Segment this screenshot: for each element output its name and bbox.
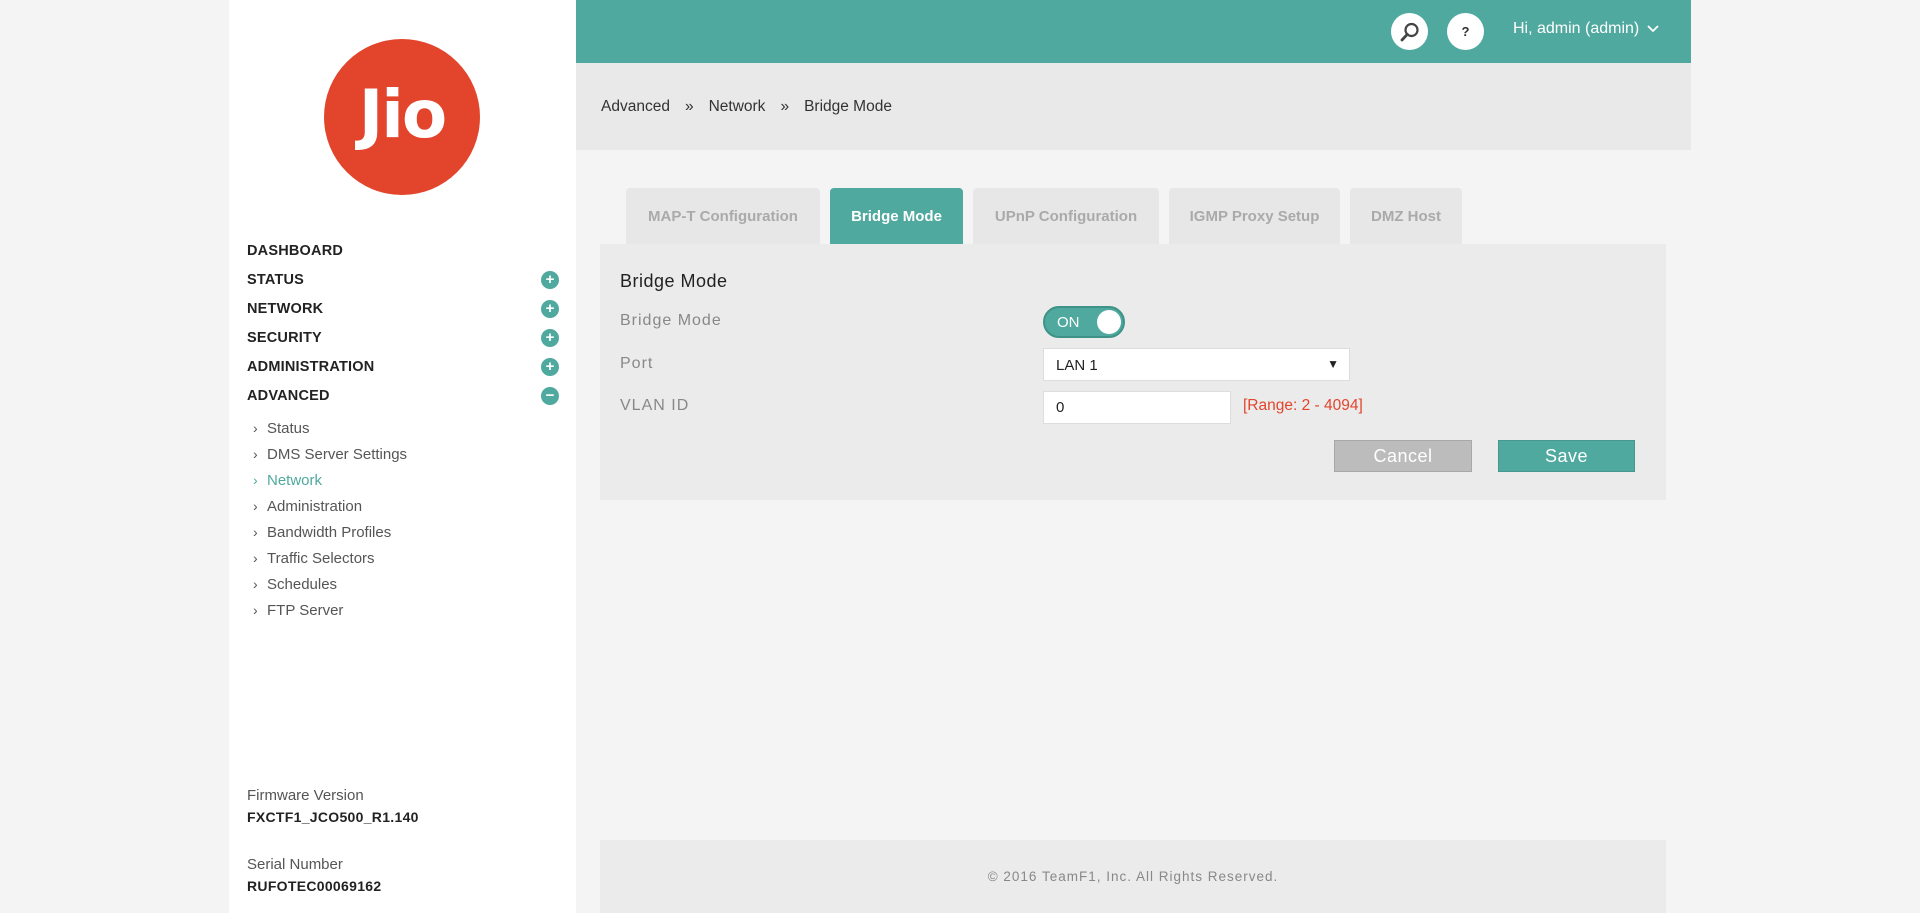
- subnav-label: Traffic Selectors: [267, 549, 375, 567]
- sidebar: Jio DASHBOARD STATUS + NETWORK + SECURITY +…: [229, 0, 576, 913]
- subnav-item-traffic-selectors[interactable]: › Traffic Selectors: [253, 545, 407, 571]
- tab-upnp-configuration[interactable]: UPnP Configuration: [973, 188, 1159, 244]
- nav-item-security[interactable]: SECURITY +: [247, 323, 559, 352]
- help-icon: ?: [1461, 24, 1470, 39]
- chevron-right-icon: ›: [253, 524, 258, 540]
- chevron-right-icon: ›: [253, 576, 258, 592]
- nav-label: ADVANCED: [247, 387, 330, 404]
- nav-label: ADMINISTRATION: [247, 358, 375, 375]
- vlan-id-input[interactable]: [1043, 391, 1231, 424]
- nav-item-status[interactable]: STATUS +: [247, 265, 559, 294]
- tab-igmp-proxy-setup[interactable]: IGMP Proxy Setup: [1169, 188, 1340, 244]
- tab-bridge-mode[interactable]: Bridge Mode: [830, 188, 963, 244]
- firmware-value: FXCTF1_JCO500_R1.140: [247, 809, 419, 825]
- subnav-item-ftp-server[interactable]: › FTP Server: [253, 597, 407, 623]
- help-button[interactable]: ?: [1447, 13, 1484, 50]
- serial-info: Serial Number RUFOTEC00069162: [247, 856, 381, 894]
- breadcrumb-item[interactable]: Advanced: [601, 98, 670, 116]
- toggle-knob: [1097, 310, 1121, 334]
- port-select[interactable]: LAN 1 ▼: [1043, 348, 1350, 381]
- chevron-down-icon: [1647, 25, 1659, 33]
- advanced-subnav: › Status › DMS Server Settings › Network › A…: [253, 415, 407, 623]
- tab-bar: MAP-T Configuration Bridge Mode UPnP Con…: [626, 188, 1472, 244]
- subnav-label: Bandwidth Profiles: [267, 523, 392, 541]
- footer: © 2016 TeamF1, Inc. All Rights Reserved.: [600, 840, 1666, 913]
- jio-logo[interactable]: Jio: [324, 39, 480, 195]
- bridge-mode-panel: Bridge Mode Bridge Mode ON Port LAN 1 ▼ …: [600, 244, 1666, 500]
- chevron-right-icon: ›: [253, 550, 258, 566]
- chevron-right-icon: ›: [253, 602, 258, 618]
- expand-icon[interactable]: +: [541, 328, 559, 347]
- main-nav: DASHBOARD STATUS + NETWORK + SECURITY + ADM…: [247, 236, 559, 410]
- search-button[interactable]: [1391, 13, 1428, 50]
- nav-item-administration[interactable]: ADMINISTRATION +: [247, 352, 559, 381]
- subnav-label: Administration: [267, 497, 363, 515]
- nav-label: SECURITY: [247, 329, 322, 346]
- subnav-item-status[interactable]: › Status: [253, 415, 407, 441]
- breadcrumb: Advanced » Network » Bridge Mode: [601, 98, 892, 116]
- firmware-label: Firmware Version: [247, 787, 364, 804]
- subnav-label: Network: [267, 471, 323, 489]
- breadcrumb-bar: Advanced » Network » Bridge Mode: [576, 63, 1691, 150]
- toggle-state-text: ON: [1057, 314, 1080, 331]
- nav-item-advanced[interactable]: ADVANCED −: [247, 381, 559, 410]
- collapse-icon[interactable]: −: [541, 386, 559, 405]
- port-label: Port: [620, 355, 654, 372]
- logo-text: Jio: [358, 76, 448, 153]
- subnav-item-schedules[interactable]: › Schedules: [253, 571, 407, 597]
- breadcrumb-separator: »: [780, 98, 790, 115]
- expand-icon[interactable]: +: [541, 299, 559, 318]
- tab-dmz-host[interactable]: DMZ Host: [1350, 188, 1462, 244]
- vlan-range-hint: [Range: 2 - 4094]: [1243, 397, 1363, 414]
- subnav-item-bandwidth-profiles[interactable]: › Bandwidth Profiles: [253, 519, 407, 545]
- port-selected-value: LAN 1: [1056, 357, 1098, 374]
- bridge-mode-toggle[interactable]: ON: [1043, 306, 1125, 338]
- nav-label: NETWORK: [247, 300, 324, 317]
- chevron-right-icon: ›: [253, 420, 258, 436]
- breadcrumb-item-current: Bridge Mode: [804, 98, 892, 115]
- nav-label: STATUS: [247, 271, 305, 288]
- subnav-item-network[interactable]: › Network: [253, 467, 407, 493]
- expand-icon[interactable]: +: [541, 357, 559, 376]
- dropdown-caret-icon: ▼: [1327, 357, 1339, 371]
- copyright-text: © 2016 TeamF1, Inc. All Rights Reserved.: [987, 869, 1279, 884]
- subnav-label: DMS Server Settings: [267, 445, 408, 463]
- cancel-button[interactable]: Cancel: [1334, 440, 1472, 472]
- nav-item-dashboard[interactable]: DASHBOARD: [247, 236, 559, 265]
- panel-title: Bridge Mode: [620, 271, 728, 291]
- chevron-right-icon: ›: [253, 498, 258, 514]
- subnav-item-administration[interactable]: › Administration: [253, 493, 407, 519]
- tab-map-t-configuration[interactable]: MAP-T Configuration: [626, 188, 820, 244]
- subnav-item-dms-server-settings[interactable]: › DMS Server Settings: [253, 441, 407, 467]
- chevron-right-icon: ›: [253, 472, 258, 488]
- user-menu[interactable]: Hi, admin (admin): [1513, 20, 1659, 38]
- subnav-label: Status: [267, 419, 310, 437]
- firmware-info: Firmware Version FXCTF1_JCO500_R1.140: [247, 787, 419, 825]
- bridge-mode-label: Bridge Mode: [620, 312, 722, 329]
- breadcrumb-separator: »: [684, 98, 694, 115]
- serial-value: RUFOTEC00069162: [247, 878, 382, 894]
- subnav-label: Schedules: [267, 575, 338, 593]
- top-bar: ? Hi, admin (admin): [576, 0, 1691, 63]
- chevron-right-icon: ›: [253, 446, 258, 462]
- breadcrumb-item[interactable]: Network: [709, 98, 766, 116]
- nav-item-network[interactable]: NETWORK +: [247, 294, 559, 323]
- user-greeting: Hi, admin (admin): [1513, 20, 1640, 37]
- search-icon: [1400, 22, 1419, 41]
- serial-label: Serial Number: [247, 856, 343, 873]
- nav-label: DASHBOARD: [247, 242, 344, 259]
- expand-icon[interactable]: +: [541, 270, 559, 289]
- subnav-label: FTP Server: [267, 601, 344, 619]
- save-button[interactable]: Save: [1498, 440, 1635, 472]
- vlan-id-label: VLAN ID: [620, 397, 690, 414]
